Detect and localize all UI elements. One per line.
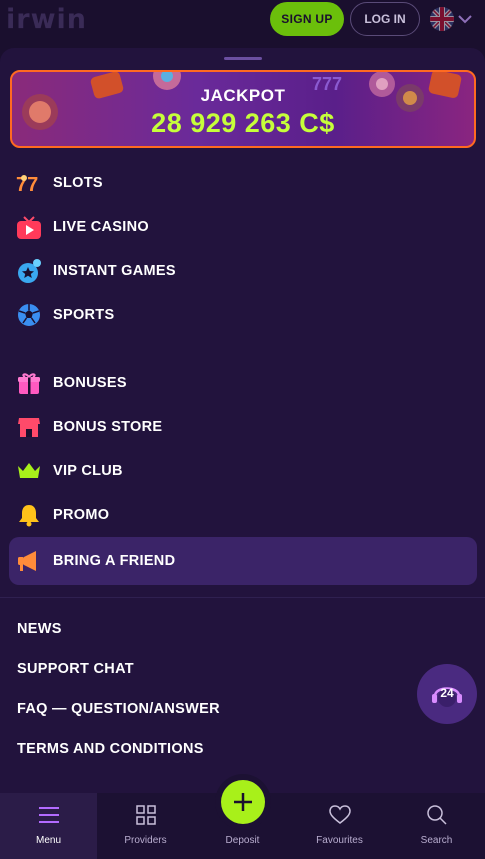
nav-label: Search bbox=[420, 835, 453, 846]
side-menu-panel: 777 JACKPOT 28 929 263 C$ 77 SLOTS LIVE … bbox=[0, 48, 485, 793]
menu-item-sports[interactable]: SPORTS bbox=[9, 293, 477, 337]
menu-item-label: VIP CLUB bbox=[53, 463, 123, 479]
menu-item-label: SPORTS bbox=[53, 307, 115, 323]
log-in-button[interactable]: LOG IN bbox=[350, 2, 420, 36]
plus-icon bbox=[234, 793, 252, 811]
bell-icon bbox=[16, 502, 42, 528]
menu-item-vip-club[interactable]: VIP CLUB bbox=[9, 449, 477, 493]
sign-up-button[interactable]: SIGN UP bbox=[270, 2, 344, 36]
irwin-logo[interactable]: irwin bbox=[6, 4, 87, 35]
menu-item-bonus-store[interactable]: BONUS STORE bbox=[9, 405, 477, 449]
nav-label: Deposit bbox=[225, 835, 260, 846]
menu-item-label: INSTANT GAMES bbox=[53, 263, 176, 279]
instant-games-icon bbox=[16, 258, 42, 284]
heart-icon bbox=[328, 803, 351, 827]
tv-play-icon bbox=[16, 214, 42, 240]
link-support-chat[interactable]: SUPPORT CHAT bbox=[17, 661, 134, 677]
drag-handle[interactable] bbox=[224, 57, 262, 60]
nav-search[interactable]: Search bbox=[388, 793, 485, 859]
deposit-button[interactable] bbox=[221, 780, 265, 824]
top-header: irwin SIGN UP LOG IN bbox=[0, 0, 485, 40]
menu-item-label: PROMO bbox=[53, 507, 110, 523]
menu-item-label: BRING A FRIEND bbox=[53, 553, 176, 569]
nav-providers[interactable]: Providers bbox=[97, 793, 194, 859]
gift-icon bbox=[16, 370, 42, 396]
nav-label: Favourites bbox=[316, 835, 363, 846]
link-terms-and-conditions[interactable]: TERMS AND CONDITIONS bbox=[17, 741, 204, 757]
menu-item-slots[interactable]: 77 SLOTS bbox=[9, 161, 477, 205]
menu-item-label: LIVE CASINO bbox=[53, 219, 149, 235]
soccer-ball-icon bbox=[16, 302, 42, 328]
nav-menu[interactable]: Menu bbox=[0, 793, 97, 859]
chevron-down-icon bbox=[458, 11, 472, 27]
jackpot-banner[interactable]: 777 JACKPOT 28 929 263 C$ bbox=[10, 70, 476, 148]
jackpot-label: JACKPOT bbox=[200, 86, 286, 105]
store-icon bbox=[16, 414, 42, 440]
link-faq[interactable]: FAQ — QUESTION/ANSWER bbox=[17, 701, 220, 717]
support-chat-bubble[interactable]: 24 bbox=[417, 664, 477, 724]
menu-item-bring-a-friend[interactable]: BRING A FRIEND bbox=[9, 537, 477, 585]
nav-favourites[interactable]: Favourites bbox=[291, 793, 388, 859]
menu-divider bbox=[0, 597, 485, 598]
crown-icon bbox=[16, 458, 42, 484]
language-selector[interactable] bbox=[430, 7, 478, 31]
uk-flag-icon bbox=[430, 7, 454, 31]
nav-label: Providers bbox=[124, 835, 167, 846]
menu-item-label: BONUS STORE bbox=[53, 419, 163, 435]
svg-text:77: 77 bbox=[16, 174, 38, 196]
jackpot-amount: 28 929 263 C$ bbox=[151, 108, 335, 138]
support-bubble-label: 24 bbox=[440, 686, 454, 700]
menu-item-live-casino[interactable]: LIVE CASINO bbox=[9, 205, 477, 249]
menu-icon bbox=[38, 803, 60, 827]
menu-item-label: BONUSES bbox=[53, 375, 127, 391]
menu-item-promo[interactable]: PROMO bbox=[9, 493, 477, 537]
menu-item-bonuses[interactable]: BONUSES bbox=[9, 361, 477, 405]
nav-label: Menu bbox=[35, 835, 61, 846]
search-icon bbox=[426, 803, 448, 827]
menu-item-label: SLOTS bbox=[53, 175, 103, 191]
link-news[interactable]: NEWS bbox=[17, 621, 62, 637]
megaphone-icon bbox=[16, 548, 42, 574]
menu-item-instant-games[interactable]: INSTANT GAMES bbox=[9, 249, 477, 293]
slots-icon: 77 bbox=[16, 170, 42, 196]
grid-icon bbox=[135, 803, 156, 827]
